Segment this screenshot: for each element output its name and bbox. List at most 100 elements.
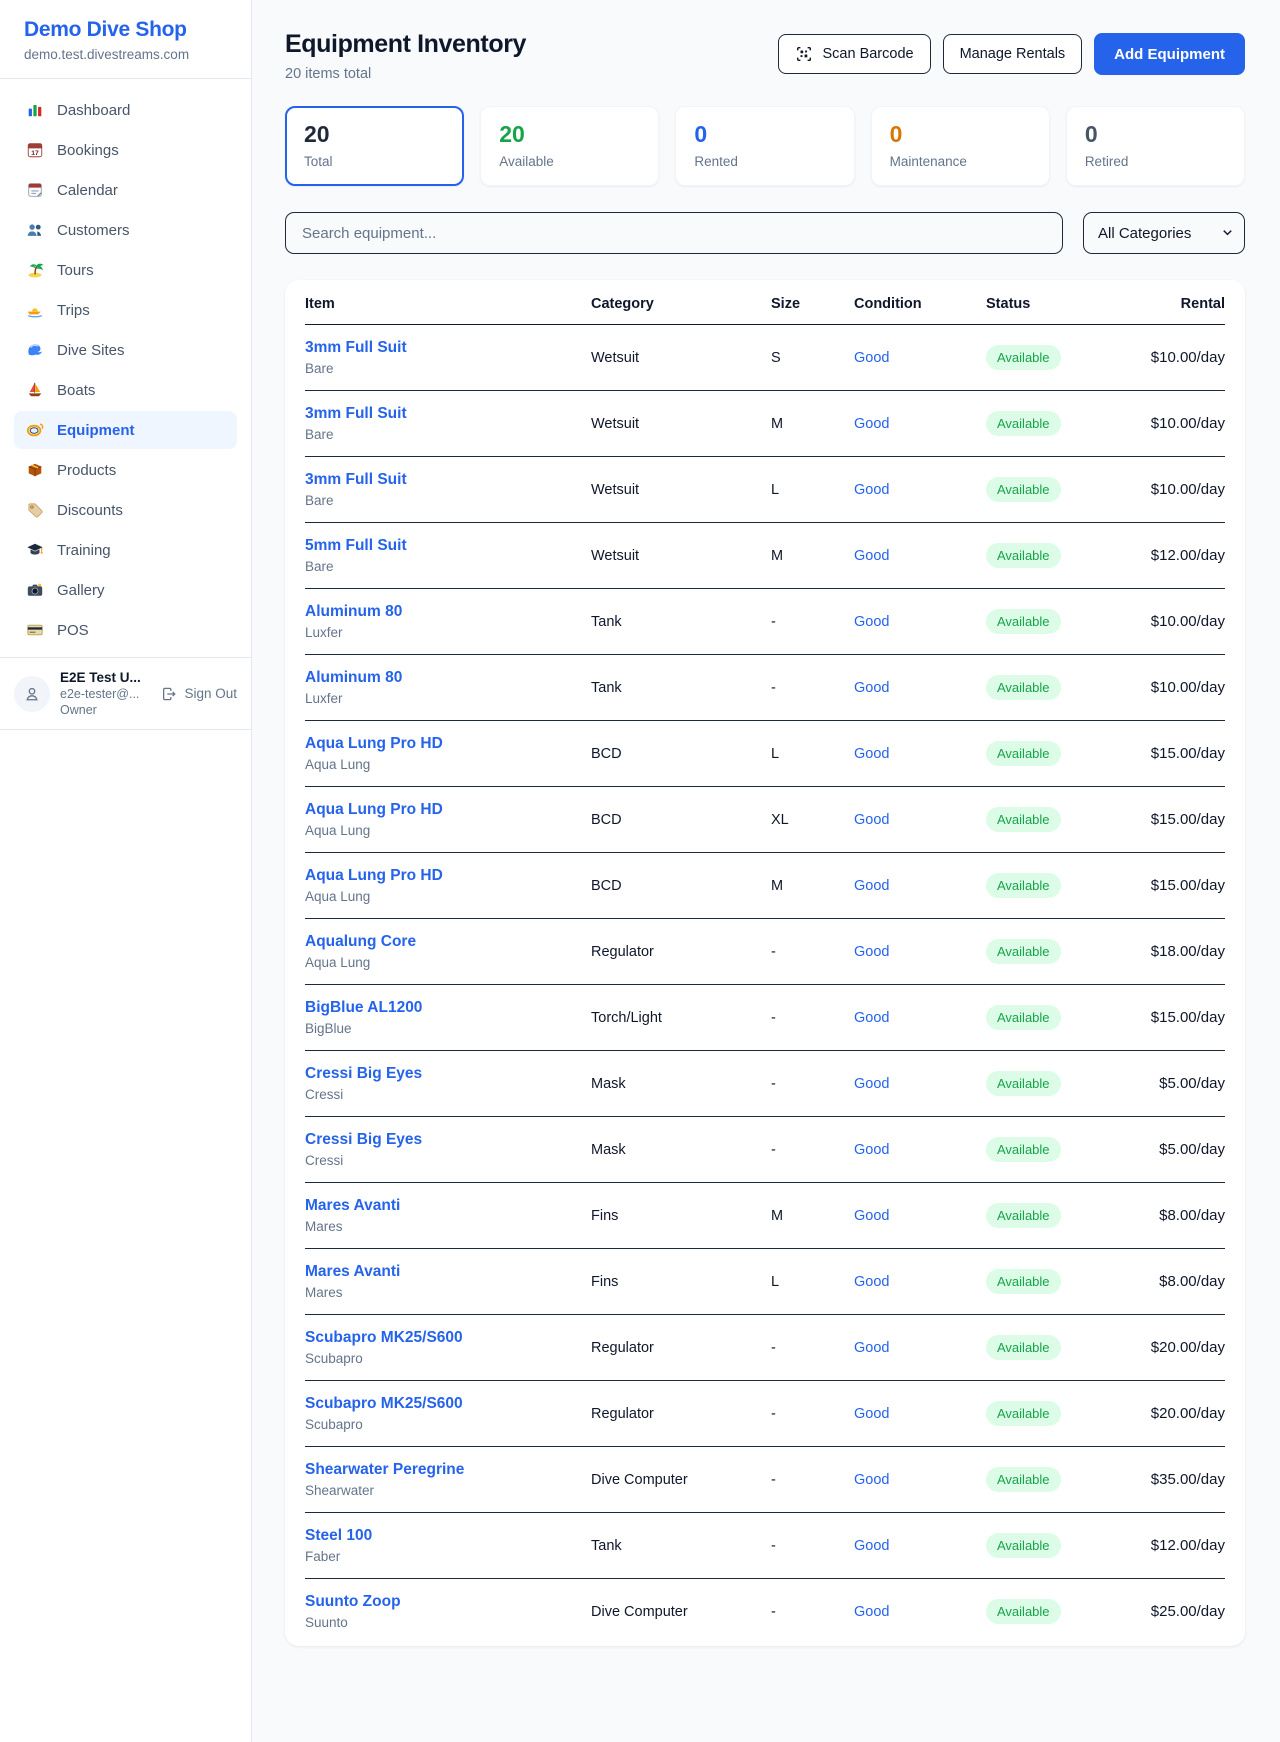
item-name-link[interactable]: Suunto Zoop — [305, 1593, 591, 1611]
sidebar-item-equipment[interactable]: Equipment — [14, 411, 237, 449]
condition-link[interactable]: Good — [854, 1010, 986, 1026]
condition-link[interactable]: Good — [854, 1274, 986, 1290]
rental-cell: $10.00/day — [1146, 679, 1225, 696]
size-cell: L — [771, 482, 854, 498]
status-cell: Available — [986, 609, 1146, 634]
rental-cell: $12.00/day — [1146, 1537, 1225, 1554]
status-cell: Available — [986, 477, 1146, 502]
condition-link[interactable]: Good — [854, 416, 986, 432]
speedboat-icon — [26, 301, 44, 319]
item-name-link[interactable]: Aluminum 80 — [305, 603, 591, 621]
condition-link[interactable]: Good — [854, 548, 986, 564]
status-badge: Available — [986, 1599, 1061, 1624]
item-name-link[interactable]: 5mm Full Suit — [305, 537, 591, 555]
condition-link[interactable]: Good — [854, 878, 986, 894]
category-cell: Wetsuit — [591, 482, 771, 498]
sidebar-item-trips[interactable]: Trips — [14, 291, 237, 329]
condition-link[interactable]: Good — [854, 1142, 986, 1158]
condition-link[interactable]: Good — [854, 1208, 986, 1224]
sidebar-item-dashboard[interactable]: Dashboard — [14, 91, 237, 129]
sidebar-item-discounts[interactable]: Discounts — [14, 491, 237, 529]
brand-block: Demo Dive Shop demo.test.divestreams.com — [0, 0, 251, 79]
condition-link[interactable]: Good — [854, 944, 986, 960]
sidebar-item-dive-sites[interactable]: Dive Sites — [14, 331, 237, 369]
status-badge: Available — [986, 345, 1061, 370]
item-name-link[interactable]: Cressi Big Eyes — [305, 1065, 591, 1083]
manage-rentals-button[interactable]: Manage Rentals — [943, 34, 1083, 74]
sidebar-item-label: Dashboard — [57, 102, 130, 119]
condition-link[interactable]: Good — [854, 614, 986, 630]
item-cell: Cressi Big Eyes Cressi — [305, 1131, 591, 1168]
stat-card-maintenance[interactable]: 0Maintenance — [871, 106, 1050, 186]
condition-link[interactable]: Good — [854, 680, 986, 696]
category-cell: Mask — [591, 1076, 771, 1092]
condition-link[interactable]: Good — [854, 482, 986, 498]
user-role: Owner — [60, 703, 151, 717]
sidebar-item-pos[interactable]: POS — [14, 611, 237, 649]
item-brand: Bare — [305, 493, 591, 508]
item-name-link[interactable]: Steel 100 — [305, 1527, 591, 1545]
item-name-link[interactable]: Shearwater Peregrine — [305, 1461, 591, 1479]
item-name-link[interactable]: Mares Avanti — [305, 1263, 591, 1281]
condition-link[interactable]: Good — [854, 1538, 986, 1554]
sidebar-item-boats[interactable]: Boats — [14, 371, 237, 409]
column-header-rental: Rental — [1146, 296, 1225, 312]
table-row: Suunto ZoopSuuntoDive Computer-GoodAvail… — [305, 1579, 1225, 1644]
category-select[interactable]: All Categories — [1083, 212, 1245, 254]
item-name-link[interactable]: 3mm Full Suit — [305, 339, 591, 357]
condition-link[interactable]: Good — [854, 1406, 986, 1422]
sidebar-item-gallery[interactable]: Gallery — [14, 571, 237, 609]
sidebar-item-customers[interactable]: Customers — [14, 211, 237, 249]
item-name-link[interactable]: Cressi Big Eyes — [305, 1131, 591, 1149]
stat-card-rented[interactable]: 0Rented — [675, 106, 854, 186]
sidebar-item-products[interactable]: Products — [14, 451, 237, 489]
sidebar-item-bookings[interactable]: 17Bookings — [14, 131, 237, 169]
item-name-link[interactable]: Aluminum 80 — [305, 669, 591, 687]
table-row: Aluminum 80LuxferTank-GoodAvailable$10.0… — [305, 589, 1225, 655]
status-badge: Available — [986, 411, 1061, 436]
item-name-link[interactable]: Aqua Lung Pro HD — [305, 801, 591, 819]
scan-barcode-button[interactable]: Scan Barcode — [778, 34, 930, 74]
category-cell: Regulator — [591, 1406, 771, 1422]
item-name-link[interactable]: 3mm Full Suit — [305, 471, 591, 489]
item-name-link[interactable]: Aqua Lung Pro HD — [305, 867, 591, 885]
rental-cell: $10.00/day — [1146, 613, 1225, 630]
sidebar-item-calendar[interactable]: Calendar — [14, 171, 237, 209]
stat-card-available[interactable]: 20Available — [480, 106, 659, 186]
stat-card-retired[interactable]: 0Retired — [1066, 106, 1245, 186]
condition-link[interactable]: Good — [854, 1076, 986, 1092]
item-name-link[interactable]: Scubapro MK25/S600 — [305, 1329, 591, 1347]
condition-link[interactable]: Good — [854, 1472, 986, 1488]
stat-card-total[interactable]: 20Total — [285, 106, 464, 186]
item-brand: Cressi — [305, 1153, 591, 1168]
calendar-pad-icon — [26, 181, 44, 199]
search-input[interactable] — [285, 212, 1063, 254]
condition-link[interactable]: Good — [854, 812, 986, 828]
sidebar-item-tours[interactable]: Tours — [14, 251, 237, 289]
item-name-link[interactable]: BigBlue AL1200 — [305, 999, 591, 1017]
status-cell: Available — [986, 543, 1146, 568]
user-info: E2E Test U... e2e-tester@... Owner — [60, 670, 151, 717]
add-equipment-button[interactable]: Add Equipment — [1094, 33, 1245, 75]
category-cell: Tank — [591, 614, 771, 630]
item-name-link[interactable]: Aqualung Core — [305, 933, 591, 951]
barcode-scan-icon — [795, 45, 813, 63]
condition-link[interactable]: Good — [854, 1604, 986, 1620]
item-name-link[interactable]: Scubapro MK25/S600 — [305, 1395, 591, 1413]
condition-link[interactable]: Good — [854, 350, 986, 366]
table-row: Scubapro MK25/S600ScubaproRegulator-Good… — [305, 1315, 1225, 1381]
item-name-link[interactable]: 3mm Full Suit — [305, 405, 591, 423]
condition-link[interactable]: Good — [854, 746, 986, 762]
category-cell: Regulator — [591, 1340, 771, 1356]
item-name-link[interactable]: Mares Avanti — [305, 1197, 591, 1215]
status-cell: Available — [986, 345, 1146, 370]
item-name-link[interactable]: Aqua Lung Pro HD — [305, 735, 591, 753]
table-row: Cressi Big EyesCressiMask-GoodAvailable$… — [305, 1051, 1225, 1117]
table-row: Mares AvantiMaresFinsLGoodAvailable$8.00… — [305, 1249, 1225, 1315]
size-cell: - — [771, 1472, 854, 1488]
sidebar-item-training[interactable]: Training — [14, 531, 237, 569]
sign-out-button[interactable]: Sign Out — [161, 686, 237, 702]
condition-link[interactable]: Good — [854, 1340, 986, 1356]
category-cell: Torch/Light — [591, 1010, 771, 1026]
sidebar-item-label: Training — [57, 542, 111, 559]
